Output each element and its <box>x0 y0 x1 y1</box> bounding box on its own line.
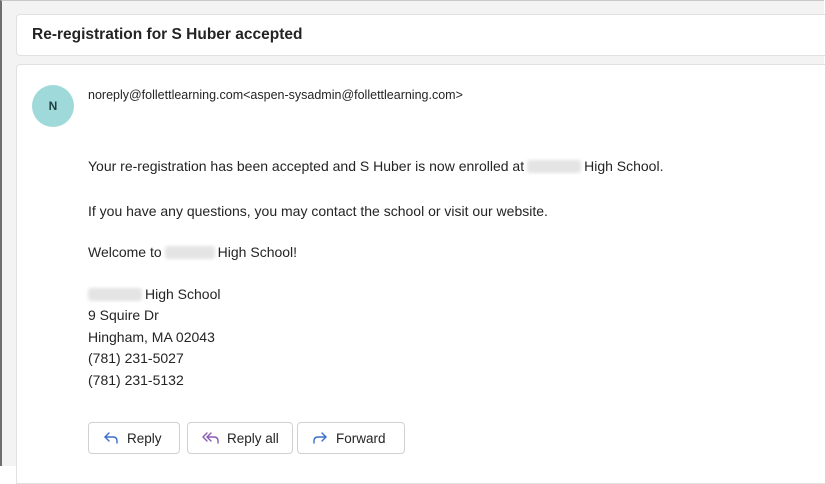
reply-button-label: Reply <box>127 430 162 446</box>
body-paragraph-3: Welcome to High School! <box>88 244 297 260</box>
redacted-text <box>164 246 215 259</box>
forward-button[interactable]: Forward <box>297 422 405 454</box>
reply-icon <box>104 432 118 444</box>
subject-header: Re-registration for S Huber accepted <box>16 14 825 56</box>
body-line3-start: Welcome to <box>88 244 162 260</box>
message-card: N noreply@follettlearning.com<aspen-sysa… <box>16 64 825 484</box>
body-line1-start: Your re-registration has been accepted a… <box>88 158 525 174</box>
redacted-text <box>527 160 582 173</box>
avatar-initial: N <box>48 99 58 113</box>
email-reading-pane: Re-registration for S Huber accepted N n… <box>0 0 825 484</box>
signature-phone-2: (781) 231-5132 <box>88 372 184 388</box>
signature-school: High School <box>88 286 221 302</box>
sender-address[interactable]: noreply@follettlearning.com<aspen-sysadm… <box>88 88 463 102</box>
body-paragraph-1: Your re-registration has been accepted a… <box>88 158 663 174</box>
signature-city: Hingham, MA 02043 <box>88 329 215 345</box>
body-paragraph-2: If you have any questions, you may conta… <box>88 203 548 219</box>
signature-school-suffix: High School <box>145 286 221 302</box>
forward-icon <box>313 432 327 444</box>
reply-button[interactable]: Reply <box>88 422 180 454</box>
reply-all-icon <box>202 432 219 444</box>
reply-all-button-label: Reply all <box>227 430 279 446</box>
body-line3-end: High School! <box>217 244 298 260</box>
reply-all-button[interactable]: Reply all <box>187 422 293 454</box>
body-line1-end: High School. <box>584 158 664 174</box>
redacted-text <box>88 288 142 301</box>
email-subject: Re-registration for S Huber accepted <box>32 26 303 43</box>
forward-button-label: Forward <box>336 430 386 446</box>
sender-avatar[interactable]: N <box>32 85 74 127</box>
signature-phone-1: (781) 231-5027 <box>88 350 184 366</box>
signature-street: 9 Squire Dr <box>88 307 159 323</box>
